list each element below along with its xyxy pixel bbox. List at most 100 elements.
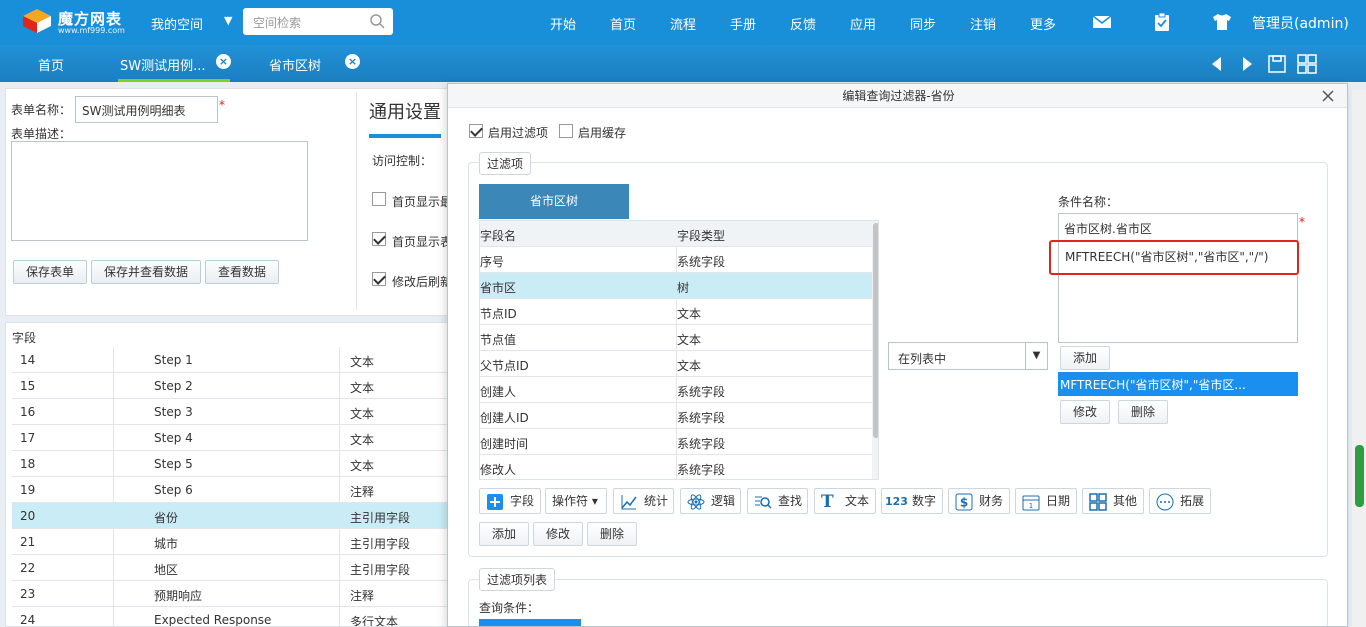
nav-home[interactable]: 首页 — [610, 14, 636, 33]
arrow-left-icon[interactable] — [1206, 53, 1228, 75]
enable-filter-checkbox[interactable] — [469, 124, 483, 138]
delete-condition-button[interactable]: 删除 — [1118, 400, 1168, 424]
line-chart-icon — [621, 495, 637, 510]
table-row[interactable]: 17 Step 4 文本 — [12, 425, 449, 451]
logic-tool-button[interactable]: 逻辑 — [680, 488, 741, 514]
space-search-input[interactable]: 空间检索 — [243, 8, 393, 35]
number-tool-button[interactable]: 123 数字 — [881, 488, 943, 514]
option-checkbox[interactable] — [372, 232, 386, 246]
close-icon[interactable] — [1319, 87, 1337, 105]
table-row[interactable]: 19 Step 6 注释 — [12, 477, 449, 503]
delete-filter-button[interactable]: 删除 — [587, 522, 637, 546]
nav-flow[interactable]: 流程 — [670, 14, 696, 33]
table-row[interactable]: 创建人ID 系统字段 — [480, 403, 872, 429]
other-tool-button[interactable]: 其他 — [1082, 488, 1144, 514]
extend-tool-button[interactable]: 拓展 — [1149, 488, 1211, 514]
clipboard-icon[interactable] — [1152, 12, 1172, 32]
page-scrollbar[interactable] — [1352, 90, 1366, 627]
nav-more[interactable]: 更多 — [1030, 14, 1056, 33]
tab-province-tree[interactable]: 省市区树 — [269, 55, 321, 74]
logo[interactable]: 魔方网表 www.mf999.com — [22, 6, 152, 38]
modify-condition-button[interactable]: 修改 — [1060, 400, 1110, 424]
caret-down-icon[interactable]: ▼ — [224, 14, 232, 27]
table-row[interactable]: 14 Step 1 文本 — [12, 347, 449, 373]
nav-apps[interactable]: 应用 — [850, 14, 876, 33]
tab-bar: 首页 SW测试用例... × 省市区树 × — [0, 45, 1366, 82]
row-field-type: 多行文本 — [350, 615, 399, 627]
tool-label: 统计 — [644, 494, 669, 508]
save-form-button[interactable]: 保存表单 — [13, 260, 87, 284]
view-data-button[interactable]: 查看数据 — [205, 260, 279, 284]
date-tool-button[interactable]: 1 日期 — [1015, 488, 1077, 514]
query-condition-tab[interactable] — [479, 619, 581, 626]
table-row[interactable]: 24 Expected Response 多行文本 — [12, 607, 449, 627]
text-tool-button[interactable]: T 文本 — [814, 488, 876, 514]
mail-icon[interactable] — [1092, 12, 1112, 32]
save-and-view-button[interactable]: 保存并查看数据 — [91, 260, 201, 284]
table-row[interactable]: 序号 系统字段 — [480, 247, 872, 273]
table-row[interactable]: 父节点ID 文本 — [480, 351, 872, 377]
form-name-input[interactable]: SW测试用例明细表 — [75, 96, 218, 123]
condition-list-item[interactable]: MFTREECH("省市区树","省市区... — [1058, 372, 1298, 396]
highlight-box — [1049, 240, 1299, 275]
required-mark: * — [1299, 215, 1305, 229]
table-row[interactable]: 21 城市 主引用字段 — [12, 529, 449, 555]
table-row[interactable]: 23 预期响应 注释 — [12, 581, 449, 607]
field-tool-button[interactable]: 字段 — [479, 488, 541, 514]
modify-filter-button[interactable]: 修改 — [533, 522, 583, 546]
add-condition-button[interactable]: 添加 — [1060, 346, 1110, 370]
table-row[interactable]: 创建时间 系统字段 — [480, 429, 872, 455]
table-row[interactable]: 节点值 文本 — [480, 325, 872, 351]
tool-label: 数字 — [912, 494, 937, 508]
filter-list-fieldset — [468, 579, 1328, 626]
finance-tool-button[interactable]: $ 财务 — [948, 488, 1010, 514]
condition-name-input[interactable]: 省市区树.省市区 — [1058, 213, 1298, 241]
table-row[interactable]: 15 Step 2 文本 — [12, 373, 449, 399]
tool-label: 日期 — [1046, 494, 1071, 508]
nav-feedback[interactable]: 反馈 — [790, 14, 816, 33]
search-icon[interactable] — [369, 13, 385, 29]
tab-sw-testcase[interactable]: SW测试用例... — [120, 55, 206, 74]
table-row[interactable]: 省市区 树 — [480, 273, 872, 299]
table-row[interactable]: 节点ID 文本 — [480, 299, 872, 325]
nav-logout[interactable]: 注销 — [970, 14, 996, 33]
atom-icon — [687, 494, 705, 510]
chevron-down-icon[interactable]: ▼ — [1025, 343, 1047, 369]
divider — [356, 92, 357, 310]
my-space-menu[interactable]: 我的空间 — [151, 14, 203, 33]
table-row[interactable]: 16 Step 3 文本 — [12, 399, 449, 425]
enable-cache-checkbox[interactable] — [559, 124, 573, 138]
grid-layout-icon[interactable] — [1296, 53, 1318, 75]
option-label: 修改后刷新 — [392, 275, 453, 289]
tab-home[interactable]: 首页 — [38, 55, 64, 74]
nav-sync[interactable]: 同步 — [910, 14, 936, 33]
form-desc-textarea[interactable] — [11, 141, 308, 241]
option-checkbox[interactable] — [372, 272, 386, 286]
operator-tool-button[interactable]: 操作符 ▾ — [545, 488, 607, 514]
close-tab-icon[interactable]: × — [345, 54, 360, 69]
user-admin[interactable]: 管理员(admin) — [1252, 13, 1349, 33]
arrow-right-icon[interactable] — [1236, 53, 1258, 75]
tool-label: 查找 — [778, 494, 803, 508]
table-row[interactable]: 修改人 系统字段 — [480, 455, 872, 479]
table-row[interactable]: 20 省份 主引用字段 — [12, 503, 449, 529]
nav-start[interactable]: 开始 — [550, 14, 576, 33]
close-tab-icon[interactable]: × — [216, 54, 231, 69]
table-row[interactable]: 22 地区 主引用字段 — [12, 555, 449, 581]
tree-source-tab[interactable]: 省市区树 — [479, 184, 629, 219]
table-row[interactable]: 创建人 系统字段 — [480, 377, 872, 403]
table-row[interactable]: 18 Step 5 文本 — [12, 451, 449, 477]
operator-select[interactable]: 在列表中 ▼ — [888, 342, 1048, 370]
row-field-type: 主引用字段 — [350, 537, 411, 551]
lookup-tool-button[interactable]: 查找 — [747, 488, 808, 514]
add-filter-button[interactable]: 添加 — [479, 522, 529, 546]
stats-tool-button[interactable]: 统计 — [613, 488, 674, 514]
nav-manual[interactable]: 手册 — [730, 14, 756, 33]
shirt-icon[interactable] — [1212, 12, 1232, 32]
scrollbar-thumb[interactable] — [1355, 445, 1364, 507]
table-scrollbar[interactable] — [872, 221, 878, 479]
save-icon[interactable] — [1266, 53, 1288, 75]
row-number: 16 — [20, 405, 36, 419]
option-checkbox[interactable] — [372, 192, 386, 206]
scrollbar-thumb[interactable] — [873, 223, 878, 438]
